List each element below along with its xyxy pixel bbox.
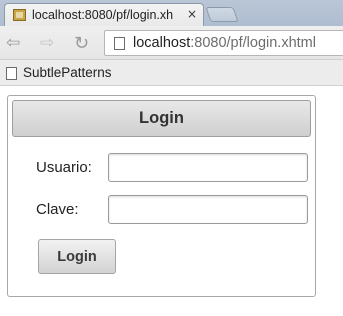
login-panel: Login Usuario: Clave: Login bbox=[7, 95, 316, 297]
password-label: Clave: bbox=[36, 201, 79, 218]
url-path: :8080/pf/login.xhtml bbox=[190, 35, 316, 51]
tab-title: localhost:8080/pf/login.xh bbox=[32, 8, 174, 22]
reload-icon[interactable]: ↻ bbox=[74, 33, 89, 54]
bookmarks-bar: SubtlePatterns bbox=[0, 60, 343, 86]
page-icon bbox=[114, 37, 125, 50]
back-arrow-icon[interactable]: ⇦ bbox=[6, 33, 20, 53]
new-tab-button[interactable] bbox=[205, 7, 239, 22]
page-icon bbox=[6, 67, 17, 80]
url-host: localhost bbox=[133, 35, 191, 51]
password-input[interactable] bbox=[108, 195, 308, 224]
address-bar[interactable]: localhost:8080/pf/login.xhtml bbox=[104, 30, 343, 56]
panel-title: Login bbox=[12, 100, 311, 137]
favicon-icon bbox=[13, 9, 26, 21]
tab-strip: localhost:8080/pf/login.xh × bbox=[0, 0, 343, 26]
close-tab-icon[interactable]: × bbox=[187, 7, 197, 21]
toolbar: ⇦ ⇨ ↻ localhost:8080/pf/login.xhtml bbox=[0, 26, 343, 60]
login-button[interactable]: Login bbox=[38, 239, 116, 274]
tab-active[interactable]: localhost:8080/pf/login.xh × bbox=[4, 3, 204, 26]
bookmark-label: SubtlePatterns bbox=[23, 65, 112, 80]
url-text[interactable]: localhost:8080/pf/login.xhtml bbox=[133, 35, 316, 51]
username-label: Usuario: bbox=[36, 159, 92, 176]
username-input[interactable] bbox=[108, 153, 308, 182]
forward-arrow-icon[interactable]: ⇨ bbox=[40, 33, 54, 53]
